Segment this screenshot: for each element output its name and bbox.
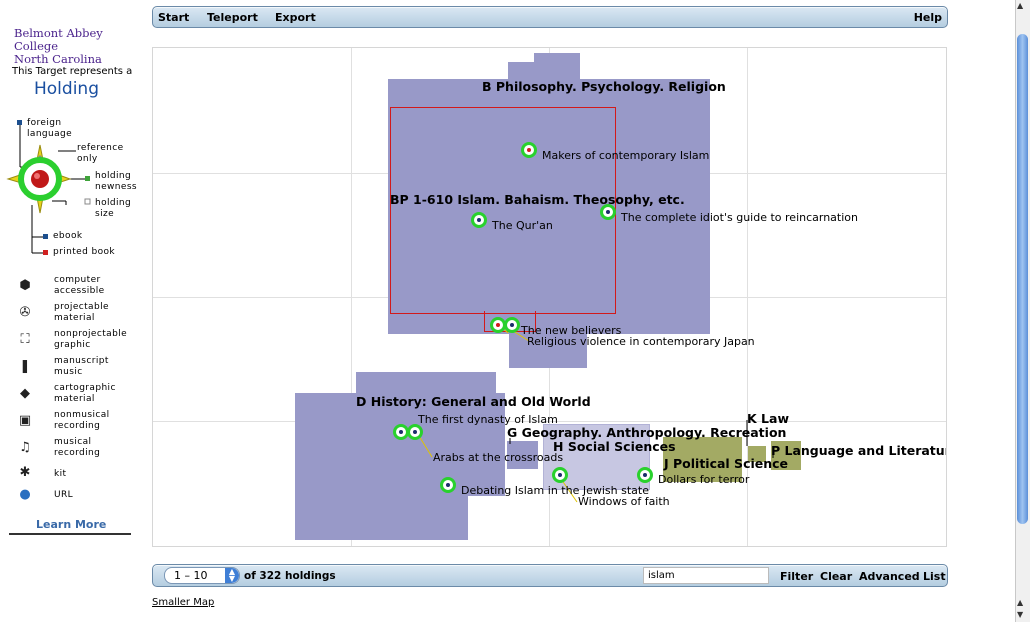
format-label: musical recording bbox=[54, 437, 101, 458]
holding-label[interactable]: Arabs at the crossroads bbox=[433, 451, 563, 464]
teleport-button[interactable]: Teleport bbox=[207, 11, 258, 24]
music-note-icon: ♫ bbox=[19, 440, 31, 455]
legend-holding-newness: holding newness bbox=[95, 171, 138, 192]
filter-button[interactable]: Filter bbox=[780, 570, 813, 583]
holding-marker[interactable] bbox=[407, 424, 423, 440]
advanced-button[interactable]: Advanced bbox=[859, 570, 920, 583]
leader-lines bbox=[415, 323, 774, 503]
list-button[interactable]: List bbox=[923, 570, 946, 583]
legend-printed-book: printed book bbox=[53, 247, 115, 257]
clear-button[interactable]: Clear bbox=[820, 570, 852, 583]
holding-marker[interactable] bbox=[471, 212, 487, 228]
computer-icon: ⬢ bbox=[19, 278, 31, 293]
kit-icon: ✱ bbox=[19, 465, 31, 480]
smaller-map-link[interactable]: Smaller Map bbox=[152, 597, 214, 608]
graphic-icon: ⛶ bbox=[20, 332, 30, 347]
legend-holding-size: holding size bbox=[95, 198, 132, 219]
holding-marker[interactable] bbox=[521, 142, 537, 158]
top-toolbar: Start Teleport Export Help bbox=[152, 6, 948, 28]
region-title-j: J Political Science bbox=[664, 456, 789, 471]
region-title-bp: BP 1-610 Islam. Bahaism. Theosophy, etc. bbox=[390, 192, 685, 207]
format-label: projectable material bbox=[54, 302, 109, 323]
scroll-up-arrow-icon[interactable]: ▲ bbox=[1017, 598, 1023, 607]
results-range-value: 1 – 10 bbox=[174, 569, 208, 582]
region-title-b: B Philosophy. Psychology. Religion bbox=[482, 79, 726, 94]
region-title-p: P Language and Literature bbox=[771, 443, 947, 458]
college-name-line2: North Carolina bbox=[14, 52, 102, 66]
bottom-toolbar: 1 – 10 ▲▼ of 322 holdings Filter Clear A… bbox=[152, 564, 948, 587]
legend-foreign-language: foreign language bbox=[27, 118, 73, 139]
scroll-down-arrow-icon[interactable]: ▼ bbox=[1017, 610, 1023, 619]
results-range-select[interactable]: 1 – 10 ▲ ▼ bbox=[164, 567, 240, 584]
holding-marker[interactable] bbox=[552, 467, 568, 483]
holding-marker[interactable] bbox=[440, 477, 456, 493]
format-label: nonmusical recording bbox=[54, 410, 110, 431]
holding-marker[interactable] bbox=[504, 317, 520, 333]
format-label: cartographic material bbox=[54, 383, 116, 404]
holding-label[interactable]: Windows of faith bbox=[578, 495, 670, 508]
recording-icon: ▣ bbox=[18, 413, 32, 428]
format-label: URL bbox=[54, 490, 74, 500]
search-input[interactable] bbox=[643, 567, 769, 584]
format-label: manuscript music bbox=[54, 356, 109, 377]
target-type: Holding bbox=[34, 79, 99, 99]
map-icon: ◆ bbox=[20, 386, 30, 401]
target-caption: This Target represents a bbox=[12, 66, 133, 77]
college-name: Belmont Abbey College North Carolina bbox=[14, 27, 144, 66]
format-label: computer accessible bbox=[54, 275, 105, 296]
holding-label[interactable]: Dollars for terror bbox=[658, 473, 749, 486]
region-title-k: K Law bbox=[747, 411, 789, 426]
legend-ebook: ebook bbox=[53, 231, 83, 241]
holding-marker[interactable] bbox=[600, 204, 616, 220]
subject-map[interactable]: B Philosophy. Psychology. Religion BP 1-… bbox=[152, 47, 947, 547]
sidebar-divider bbox=[9, 533, 131, 535]
holding-label[interactable]: The Qur'an bbox=[492, 219, 553, 232]
holding-marker[interactable] bbox=[637, 467, 653, 483]
manuscript-icon: ❚ bbox=[19, 359, 31, 374]
scroll-up-arrow-icon[interactable]: ▲ bbox=[1017, 1, 1023, 10]
film-projector-icon: ✇ bbox=[19, 305, 31, 320]
learn-more-link[interactable]: Learn More bbox=[36, 518, 106, 531]
region-title-d: D History: General and Old World bbox=[356, 394, 591, 409]
format-label: nonprojectable graphic bbox=[54, 329, 128, 350]
holding-label[interactable]: Religious violence in contemporary Japan bbox=[527, 335, 755, 348]
holding-label[interactable]: The first dynasty of Islam bbox=[418, 413, 558, 426]
start-button[interactable]: Start bbox=[158, 11, 189, 24]
holding-label[interactable]: The complete idiot's guide to reincarnat… bbox=[621, 211, 858, 224]
scrollbar-thumb[interactable] bbox=[1017, 34, 1028, 524]
format-label: kit bbox=[54, 469, 67, 479]
help-button[interactable]: Help bbox=[914, 11, 942, 24]
holding-label[interactable]: Makers of contemporary Islam bbox=[542, 149, 709, 162]
region-title-h: H Social Sciences bbox=[553, 439, 676, 454]
chevron-updown-icon: ▲ ▼ bbox=[225, 568, 239, 583]
export-button[interactable]: Export bbox=[275, 11, 316, 24]
legend-reference-only: reference only bbox=[77, 143, 124, 164]
holdings-count: of 322 holdings bbox=[244, 570, 336, 582]
college-name-line1: Belmont Abbey College bbox=[14, 26, 103, 53]
region-title-g: G Geography. Anthropology. Recreation bbox=[507, 425, 787, 440]
globe-icon: ● bbox=[19, 487, 31, 502]
